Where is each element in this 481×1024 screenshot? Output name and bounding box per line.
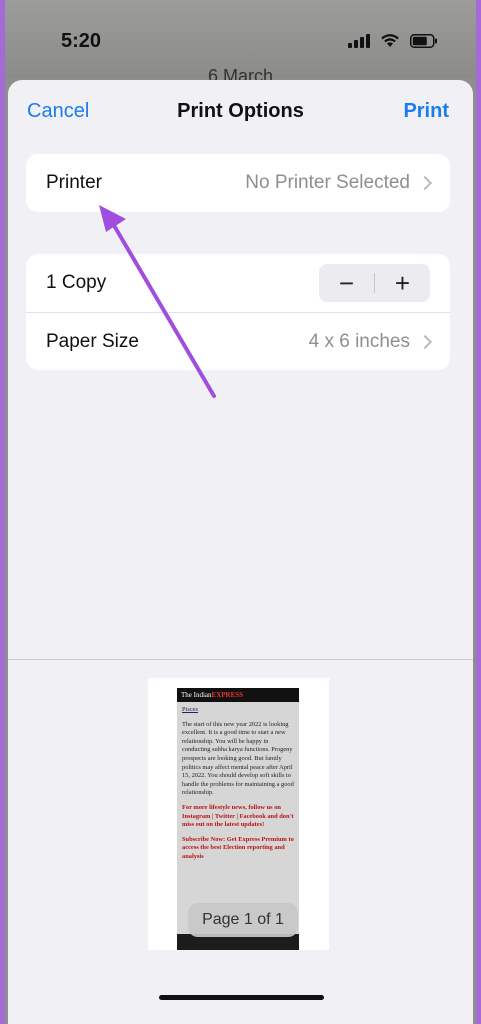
wifi-icon — [380, 33, 400, 48]
phone-screen: 5:20 6 March Cancel Print Options Print … — [5, 0, 476, 1024]
paper-size-row[interactable]: Paper Size 4 x 6 inches — [26, 312, 450, 370]
battery-icon — [410, 34, 438, 48]
preview-header: The IndianEXPRESS — [177, 688, 299, 702]
print-options-sheet: Cancel Print Options Print Printer No Pr… — [8, 80, 473, 1024]
printer-group: Printer No Printer Selected — [26, 154, 450, 212]
printer-label: Printer — [46, 172, 102, 193]
printer-value: No Printer Selected — [245, 172, 410, 193]
increment-button[interactable]: + — [375, 264, 430, 302]
printer-row[interactable]: Printer No Printer Selected — [26, 154, 450, 212]
print-button[interactable]: Print — [403, 100, 449, 123]
preview-divider — [8, 659, 473, 660]
copies-row: 1 Copy − + — [26, 254, 450, 312]
copies-label: 1 Copy — [46, 272, 107, 293]
preview-link: Pisces — [182, 706, 198, 713]
preview-paragraph: The start of this new year 2022 is looki… — [182, 720, 294, 797]
preview-brand: The IndianEXPRESS — [181, 691, 244, 699]
copies-stepper: − + — [319, 264, 430, 302]
chevron-right-icon — [417, 175, 433, 191]
nav-bar: Cancel Print Options Print — [8, 80, 473, 144]
preview-body: Pisces The start of this new year 2022 i… — [177, 702, 299, 934]
preview-promo: For more lifestyle news, follow us on In… — [182, 803, 294, 829]
status-icons — [348, 33, 438, 48]
paper-size-value: 4 x 6 inches — [308, 330, 410, 352]
status-time: 5:20 — [61, 30, 102, 52]
home-indicator — [159, 995, 324, 1000]
chevron-right-icon — [417, 334, 433, 349]
cellular-signal-icon — [348, 34, 370, 48]
preview-subscribe: Subscribe Now: Get Express Premium to ac… — [182, 835, 294, 860]
status-bar: 5:20 6 March — [5, 0, 476, 86]
decrement-button[interactable]: − — [319, 264, 374, 302]
page-count-badge: Page 1 of 1 — [188, 903, 298, 937]
paper-size-label: Paper Size — [46, 330, 139, 352]
options-group: 1 Copy − + Paper Size 4 x 6 inches — [26, 254, 450, 370]
